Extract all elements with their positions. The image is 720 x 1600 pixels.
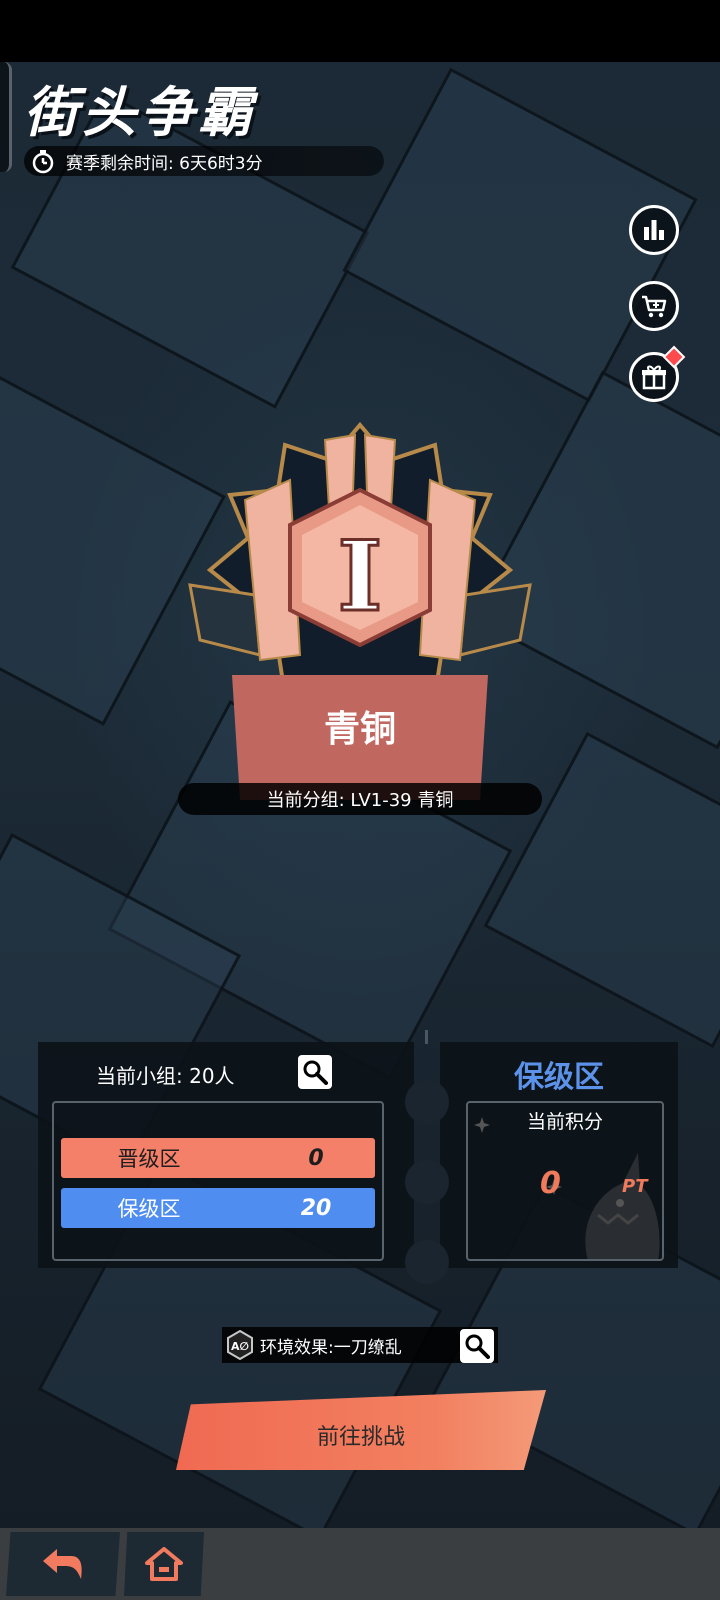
leaderboard-button[interactable]	[629, 205, 679, 255]
shop-cart-icon	[642, 295, 667, 318]
score-unit: PT	[622, 1176, 648, 1197]
status-bar	[0, 0, 720, 62]
gift-icon	[642, 365, 666, 390]
back-arrow-icon	[43, 1549, 82, 1579]
zone-count: 0	[308, 1145, 324, 1171]
zone-label: 晋级区	[117, 1147, 181, 1171]
shark-mascot-icon	[585, 1153, 660, 1259]
back-button[interactable]	[6, 1532, 120, 1596]
left-edge-tab	[0, 62, 12, 172]
score-value: 0	[540, 1166, 561, 1201]
home-icon	[145, 1547, 183, 1581]
page-title: 街头争霸	[24, 81, 256, 144]
score-label: 当前积分	[526, 1111, 603, 1133]
gift-button[interactable]	[629, 345, 686, 402]
divider-dash	[425, 1030, 428, 1044]
leaderboard-icon	[644, 220, 664, 240]
current-zone-state: 保级区	[514, 1060, 604, 1095]
search-icon	[465, 1334, 490, 1359]
season-timer-text: 赛季剩余时间: 6天6时3分	[66, 153, 263, 174]
group-size-label: 当前小组: 20人	[96, 1064, 235, 1088]
keep-zone-row: 保级区 20	[61, 1188, 375, 1228]
current-group-bar: 当前分组: LV1-39 青铜	[178, 783, 542, 815]
environment-search-button[interactable]	[460, 1329, 494, 1363]
zone-label: 保级区	[117, 1197, 181, 1221]
svg-text:I: I	[338, 520, 383, 633]
stopwatch-icon	[32, 150, 54, 174]
zone-list-box	[52, 1101, 384, 1261]
season-timer: 赛季剩余时间: 6天6时3分	[24, 146, 384, 176]
environment-effect-bar: A∅ 环境效果:一刀缭乱	[222, 1327, 498, 1363]
panel-connector	[405, 1160, 449, 1204]
promotion-zone-row: 晋级区 0	[61, 1138, 375, 1178]
home-button[interactable]	[124, 1532, 204, 1596]
zone-count: 20	[300, 1195, 332, 1221]
environment-effect-icon: A∅	[227, 1329, 253, 1361]
search-icon	[303, 1060, 328, 1085]
go-challenge-label: 前往挑战	[316, 1425, 405, 1450]
rank-name: 青铜	[323, 709, 396, 750]
svg-text:A∅: A∅	[231, 1340, 249, 1353]
environment-effect-text: 环境效果:一刀缭乱	[260, 1337, 402, 1358]
panel-connector	[405, 1240, 449, 1284]
shop-button[interactable]	[629, 281, 679, 331]
group-search-button[interactable]	[298, 1055, 332, 1089]
